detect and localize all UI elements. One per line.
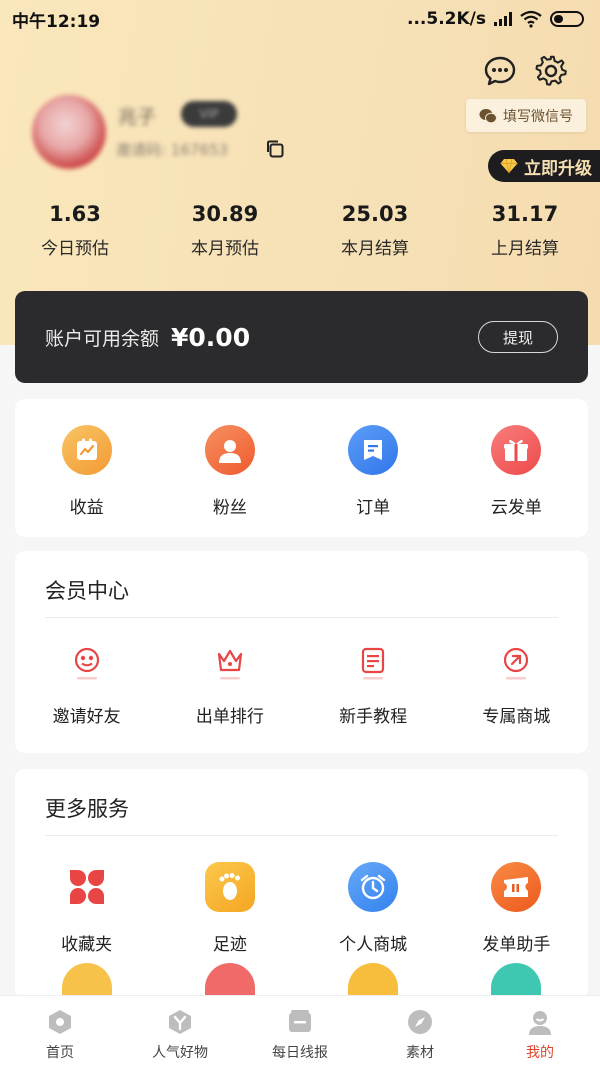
status-time: 中午12:19: [12, 11, 101, 32]
stat-value: 30.89: [191, 202, 259, 226]
service-label: 足迹: [212, 935, 247, 955]
favorites-icon: [62, 862, 112, 912]
earnings-icon: [61, 425, 112, 475]
tutorial-icon: [352, 642, 394, 684]
tab-label: 首页: [46, 1045, 74, 1061]
crown-ranking-icon: [209, 642, 251, 684]
footprint-icon: [204, 862, 255, 912]
home-icon: [49, 1010, 71, 1034]
partial-service-icon[interactable]: [204, 963, 255, 999]
service-personal-mall[interactable]: 个人商城: [302, 862, 445, 955]
copy-icon[interactable]: [264, 138, 286, 160]
partial-service-icon[interactable]: [61, 963, 112, 999]
upgrade-button[interactable]: 立即升级: [488, 150, 600, 182]
member-item-invite-friends[interactable]: 邀请好友: [15, 642, 158, 727]
partial-service-icon[interactable]: [491, 963, 542, 999]
withdraw-button[interactable]: 提现: [478, 321, 558, 353]
member-item-label: 出单排行: [195, 707, 264, 727]
tab-daily-report[interactable]: 每日线报: [240, 996, 360, 1067]
stat-value: 31.17: [491, 202, 559, 226]
more-services-next-row: [15, 963, 588, 999]
compass-icon: [408, 1010, 432, 1034]
service-send-assistant[interactable]: 发单助手: [445, 862, 588, 955]
stat-label: 本月预估: [191, 239, 259, 259]
tab-popular-goods[interactable]: 人气好物: [120, 996, 240, 1067]
quick-action-cloud-send[interactable]: 云发单: [445, 425, 588, 518]
tab-materials[interactable]: 素材: [360, 996, 480, 1067]
wechat-prompt-label: 填写微信号: [503, 108, 573, 125]
invite-friends-icon: [66, 642, 108, 684]
username: 兆子: [118, 106, 157, 128]
stat-month-estimate[interactable]: 30.89 本月预估: [150, 198, 300, 259]
level-badge: VIP: [181, 101, 237, 127]
balance-label: 账户可用余额: [45, 327, 160, 350]
stat-value: 1.63: [49, 202, 101, 226]
member-item-label: 专属商城: [482, 707, 551, 727]
fill-wechat-button[interactable]: 填写微信号: [466, 99, 586, 132]
signal-icon: [494, 12, 512, 26]
settings-gear-icon[interactable]: [534, 54, 568, 88]
member-item-ranking[interactable]: 出单排行: [158, 642, 301, 727]
service-footprint[interactable]: 足迹: [158, 862, 301, 955]
service-label: 个人商城: [339, 935, 408, 955]
stat-today-estimate[interactable]: 1.63 今日预估: [0, 198, 150, 259]
quick-action-earnings[interactable]: 收益: [15, 425, 158, 518]
quick-action-label: 收益: [69, 498, 104, 518]
balance-card: 账户可用余额 ¥0.00 提现: [15, 291, 588, 383]
status-bar: 中午12:19 ...5.2K/s: [0, 0, 600, 38]
service-label: 收藏夹: [61, 935, 113, 955]
cloud-send-icon: [491, 425, 542, 475]
more-services-title: 更多服务: [45, 797, 129, 821]
exclusive-mall-icon: [495, 642, 537, 684]
tab-label: 人气好物: [152, 1045, 208, 1061]
quick-actions-card: 收益 粉丝 订单 云发单: [15, 399, 588, 537]
stat-value: 25.03: [341, 202, 409, 226]
member-item-tutorial[interactable]: 新手教程: [302, 642, 445, 727]
bottom-tab-bar: 首页 人气好物 每日线报 素材 我的: [0, 995, 600, 1067]
tab-home[interactable]: 首页: [0, 996, 120, 1067]
quick-action-label: 订单: [356, 498, 391, 518]
tab-label: 素材: [406, 1045, 434, 1061]
upgrade-label: 立即升级: [524, 158, 592, 179]
member-item-label: 新手教程: [339, 707, 408, 727]
network-speed: ...5.2K/s: [407, 9, 486, 29]
alarm-clock-icon: [348, 862, 399, 912]
popular-goods-icon: [169, 1010, 191, 1034]
tab-label: 我的: [526, 1045, 554, 1061]
tab-mine[interactable]: 我的: [480, 996, 600, 1067]
wifi-icon: [520, 10, 542, 28]
message-icon[interactable]: [483, 54, 517, 88]
stat-label: 今日预估: [41, 239, 109, 259]
member-item-exclusive-mall[interactable]: 专属商城: [445, 642, 588, 727]
stat-last-month-settled[interactable]: 31.17 上月结算: [450, 198, 600, 259]
member-item-label: 邀请好友: [52, 707, 121, 727]
invite-code: 邀请码: 167653: [116, 141, 229, 159]
status-indicators: ...5.2K/s: [407, 9, 584, 29]
balance-amount: ¥0.00: [171, 322, 251, 352]
service-favorites[interactable]: 收藏夹: [15, 862, 158, 955]
member-center-title: 会员中心: [45, 579, 129, 603]
battery-icon: [550, 11, 584, 27]
stat-label: 本月结算: [341, 239, 409, 259]
coupon-icon: [491, 862, 542, 912]
quick-action-fans[interactable]: 粉丝: [158, 425, 301, 518]
quick-action-orders[interactable]: 订单: [302, 425, 445, 518]
order-icon: [348, 425, 399, 475]
stat-label: 上月结算: [491, 239, 559, 259]
fans-icon: [204, 425, 255, 475]
quick-action-label: 云发单: [490, 498, 542, 518]
partial-service-icon[interactable]: [348, 963, 399, 999]
earnings-stats: 1.63 今日预估 30.89 本月预估 25.03 本月结算 31.17 上月…: [0, 198, 600, 259]
tab-label: 每日线报: [272, 1045, 328, 1061]
diamond-icon: [500, 158, 518, 174]
wechat-icon: [479, 108, 497, 123]
member-center-card: 会员中心 邀请好友 出单排行 新手教程 专属商城: [15, 551, 588, 753]
service-label: 发单助手: [482, 935, 551, 955]
quick-action-label: 粉丝: [212, 498, 247, 518]
avatar[interactable]: [32, 95, 106, 169]
stat-month-settled[interactable]: 25.03 本月结算: [300, 198, 450, 259]
profile-icon: [529, 1011, 551, 1035]
daily-report-icon: [289, 1010, 311, 1032]
